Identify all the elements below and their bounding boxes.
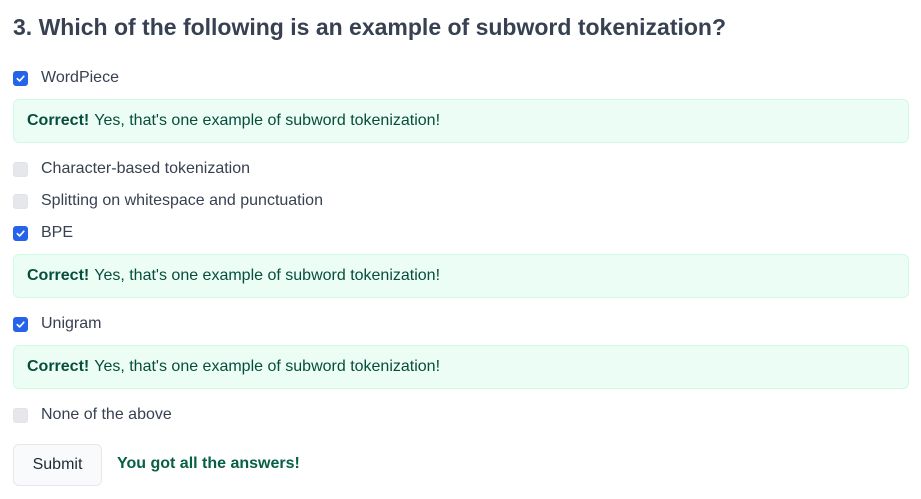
question-title: 3. Which of the following is an example … xyxy=(13,14,727,40)
feedback-strong: Correct! xyxy=(27,267,90,284)
option-label: Character-based tokenization xyxy=(41,160,251,177)
feedback-strong: Correct! xyxy=(27,112,90,129)
checkbox[interactable] xyxy=(13,70,28,86)
option-label: Unigram xyxy=(41,315,102,332)
check-icon xyxy=(16,229,25,237)
feedback-text: Yes, that's one example of subword token… xyxy=(94,267,441,284)
feedback-strong: Correct! xyxy=(27,358,90,375)
check-icon xyxy=(16,74,25,82)
option-wordpiece[interactable]: WordPiece xyxy=(13,67,119,89)
check-icon xyxy=(16,320,25,328)
option-label: Splitting on whitespace and punctuation xyxy=(41,192,323,209)
feedback-text: Yes, that's one example of subword token… xyxy=(94,112,441,129)
checkbox[interactable] xyxy=(13,225,28,241)
option-bpe[interactable]: BPE xyxy=(13,222,73,244)
feedback-correct: Correct! Yes, that's one example of subw… xyxy=(13,345,909,389)
checkbox[interactable] xyxy=(13,316,28,332)
feedback-text: Yes, that's one example of subword token… xyxy=(94,358,441,375)
checkbox[interactable] xyxy=(13,193,28,209)
option-label: WordPiece xyxy=(41,69,119,86)
option-whitespace-punctuation[interactable]: Splitting on whitespace and punctuation xyxy=(13,190,323,212)
option-character-based[interactable]: Character-based tokenization xyxy=(13,158,250,180)
result-message: You got all the answers! xyxy=(117,455,300,472)
option-unigram[interactable]: Unigram xyxy=(13,313,101,335)
feedback-correct: Correct! Yes, that's one example of subw… xyxy=(13,254,909,298)
option-none-of-the-above[interactable]: None of the above xyxy=(13,404,172,426)
submit-button[interactable]: Submit xyxy=(13,444,102,486)
option-label: None of the above xyxy=(41,406,172,423)
feedback-correct: Correct! Yes, that's one example of subw… xyxy=(13,99,909,143)
checkbox[interactable] xyxy=(13,161,28,177)
option-label: BPE xyxy=(41,224,74,241)
checkbox[interactable] xyxy=(13,407,28,423)
